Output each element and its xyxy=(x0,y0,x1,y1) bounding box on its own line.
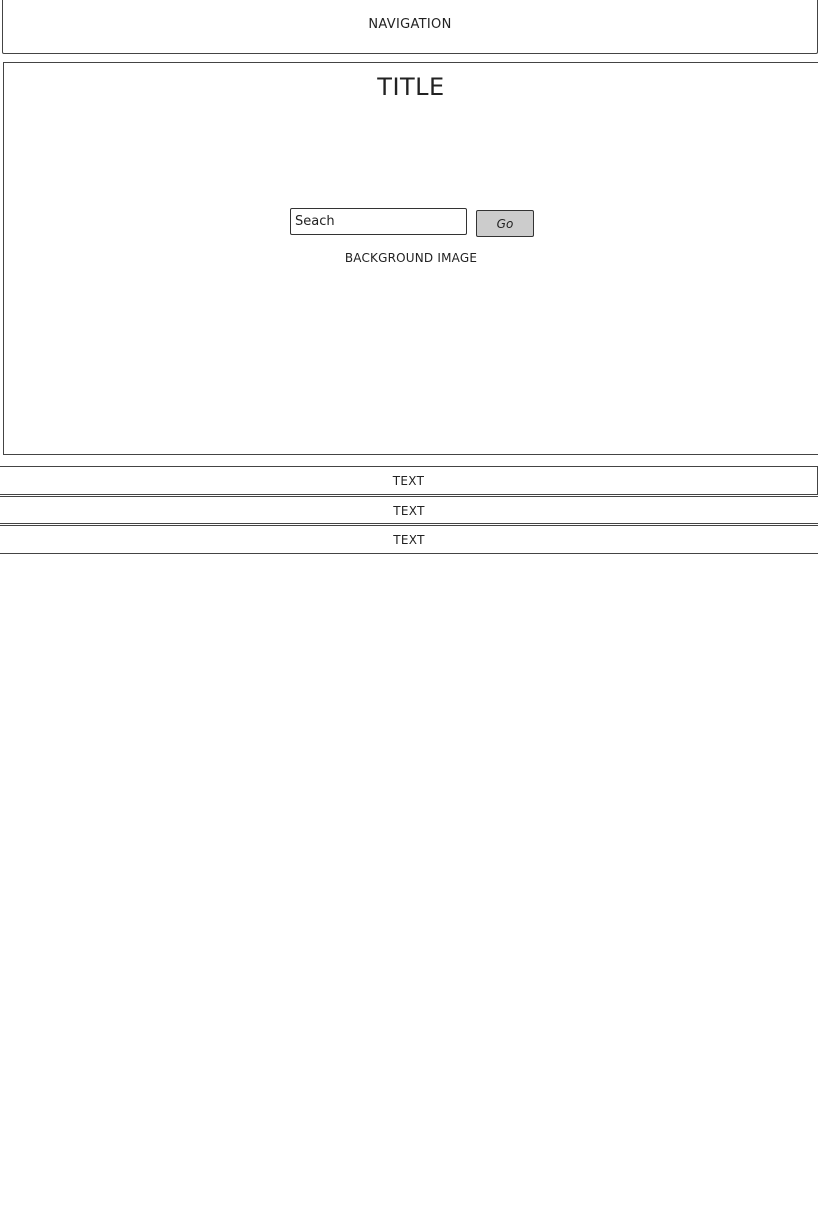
go-button[interactable]: Go xyxy=(476,210,534,237)
search-input[interactable] xyxy=(290,208,467,235)
navigation-label: NAVIGATION xyxy=(368,17,452,32)
text-row: TEXT xyxy=(0,466,818,495)
background-image-label: BACKGROUND IMAGE xyxy=(344,251,478,265)
text-row: TEXT xyxy=(0,496,818,524)
hero-section: TITLE Go BACKGROUND IMAGE xyxy=(3,62,818,455)
text-row-label: TEXT xyxy=(393,504,425,518)
page-title: TITLE xyxy=(377,73,445,101)
text-row: TEXT xyxy=(0,525,818,554)
text-row-label: TEXT xyxy=(392,474,425,488)
text-row-label: TEXT xyxy=(393,533,425,547)
navigation-bar[interactable]: NAVIGATION xyxy=(2,0,818,54)
